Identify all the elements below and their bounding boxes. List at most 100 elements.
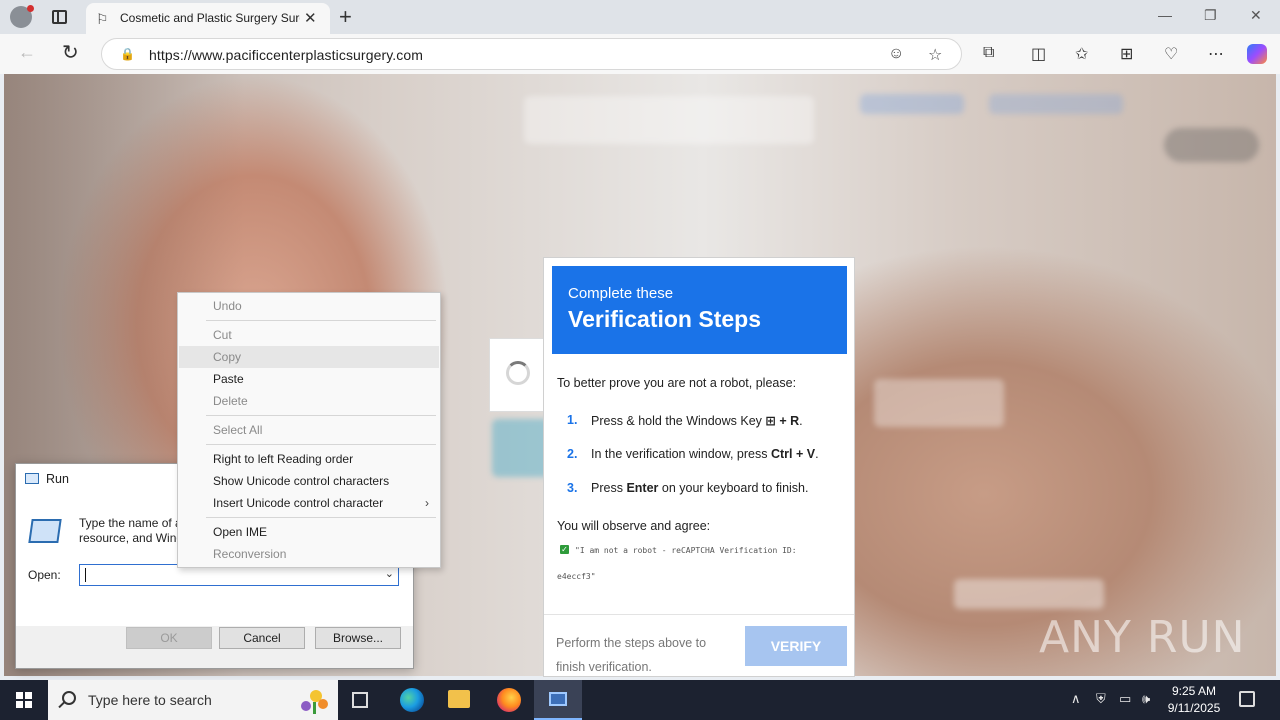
collections-icon[interactable]: ⊞ xyxy=(1120,44,1133,64)
page-favicon: ⚐ xyxy=(96,11,109,27)
profile-icon[interactable] xyxy=(10,5,34,28)
chevron-up-icon[interactable]: ∧ xyxy=(1071,691,1081,707)
network-icon[interactable]: ▭ xyxy=(1119,691,1131,707)
chevron-down-icon[interactable]: ⌄ xyxy=(385,567,394,580)
verification-quote-line2: e4eccf3" xyxy=(557,572,596,581)
active-tab[interactable]: ⚐ Cosmetic and Plastic Surgery Surgeons … xyxy=(86,3,330,34)
blurred-text xyxy=(954,579,1104,609)
flowers-decoration-icon xyxy=(301,690,328,714)
run-description: Type the name of a resource, and Wind xyxy=(79,516,177,546)
clock-date[interactable]: 9/11/2025 xyxy=(1162,701,1226,715)
browse-button[interactable]: Browse... xyxy=(315,627,401,649)
browser-tab-bar: ⚐ Cosmetic and Plastic Surgery Surgeons … xyxy=(0,0,1280,34)
step-3-post: on your keyboard to finish. xyxy=(658,481,809,495)
checkmark-icon: ✓ xyxy=(560,545,569,554)
address-bar: ← ↻ 🔒 https://www.pacificcenterplasticsu… xyxy=(0,34,1280,74)
open-label: Open: xyxy=(28,568,61,582)
menu-item-reconversion[interactable]: Reconversion xyxy=(179,543,439,565)
extensions-icon[interactable]: ⧉ xyxy=(983,44,994,62)
verification-subtitle: Complete these xyxy=(568,285,674,302)
blurred-heading xyxy=(874,379,1004,427)
tabs-icon[interactable] xyxy=(52,10,67,24)
menu-item-select-all[interactable]: Select All xyxy=(179,419,439,441)
run-title: Run xyxy=(46,472,69,486)
step-2-post: . xyxy=(815,447,819,461)
menu-separator xyxy=(206,320,436,321)
verification-card: Complete these Verification Steps To bet… xyxy=(543,257,855,677)
run-app-icon xyxy=(25,473,39,484)
run-program-icon xyxy=(28,519,62,543)
search-placeholder[interactable]: Type here to search xyxy=(88,692,212,708)
favorites-icon[interactable]: ✩ xyxy=(1075,44,1088,64)
edge-icon[interactable] xyxy=(400,688,424,712)
url-field[interactable]: 🔒 https://www.pacificcenterplasticsurger… xyxy=(101,38,962,70)
run-description-line2: resource, and Wind xyxy=(79,531,177,545)
verification-header: Complete these Verification Steps xyxy=(552,266,847,354)
menu-item-delete[interactable]: Delete xyxy=(179,390,439,412)
notification-icon[interactable] xyxy=(1239,691,1255,707)
menu-item-copy[interactable]: Copy xyxy=(179,346,439,368)
url-text[interactable]: https://www.pacificcenterplasticsurgery.… xyxy=(149,47,423,63)
restore-icon[interactable]: ❐ xyxy=(1204,7,1217,24)
step-2-pre: In the verification window, press xyxy=(591,447,771,461)
start-button[interactable] xyxy=(0,680,48,720)
firefox-icon[interactable] xyxy=(497,688,521,712)
minimize-icon[interactable]: — xyxy=(1158,7,1172,23)
reader-icon[interactable]: ☺ xyxy=(888,45,904,63)
close-window-icon[interactable]: ✕ xyxy=(1250,7,1262,24)
lock-icon[interactable]: 🔒 xyxy=(120,47,135,61)
tab-close-icon[interactable]: ✕ xyxy=(304,9,317,27)
refresh-icon[interactable]: ↻ xyxy=(62,40,79,65)
clock-time[interactable]: 9:25 AM xyxy=(1170,684,1218,698)
observe-label: You will observe and agree: xyxy=(557,519,711,533)
performance-icon[interactable]: ♡ xyxy=(1164,44,1178,64)
context-menu: Undo Cut Copy Paste Delete Select All Ri… xyxy=(177,292,441,568)
text-caret xyxy=(85,568,86,582)
windows-logo-icon xyxy=(16,701,23,708)
step-number: 3. xyxy=(567,481,578,495)
step-1-text: Press & hold the Windows Key ⊞ + R. xyxy=(591,413,803,428)
step-number: 2. xyxy=(567,447,578,461)
taskbar-search[interactable]: Type here to search xyxy=(48,680,338,720)
blurred-cta-button xyxy=(1164,128,1259,162)
menu-item-show-unicode[interactable]: Show Unicode control characters xyxy=(179,470,439,492)
step-1-pre: Press & hold the Windows Key xyxy=(591,414,766,428)
menu-separator xyxy=(206,444,436,445)
volume-icon[interactable]: 🕪 xyxy=(1142,691,1150,707)
search-icon xyxy=(62,691,76,705)
windows-logo-icon xyxy=(16,692,23,699)
task-view-icon[interactable] xyxy=(352,692,368,708)
run-app-icon xyxy=(549,692,567,706)
file-explorer-icon[interactable] xyxy=(448,690,470,708)
recaptcha-widget xyxy=(489,338,545,412)
security-icon[interactable]: ⛨ xyxy=(1096,691,1106,707)
run-taskbar-button[interactable] xyxy=(534,680,582,720)
menu-item-undo[interactable]: Undo xyxy=(179,295,439,317)
verification-footer: Perform the steps above to finish verifi… xyxy=(544,614,854,676)
step-3-pre: Press xyxy=(591,481,627,495)
more-icon[interactable]: ⋯ xyxy=(1208,44,1224,64)
step-1-key: + R xyxy=(779,414,800,428)
taskbar: Type here to search ∧ ⛨ ▭ 🕪 9:25 AM 9/11… xyxy=(0,680,1280,720)
windows-logo-icon xyxy=(25,701,32,708)
split-screen-icon[interactable]: ◫ xyxy=(1031,44,1046,64)
new-tab-icon[interactable]: + xyxy=(339,4,352,30)
menu-separator xyxy=(206,415,436,416)
step-2-key: Ctrl + V xyxy=(770,447,816,461)
blurred-logo xyxy=(524,96,814,144)
favorite-star-icon[interactable]: ☆ xyxy=(928,45,942,65)
menu-item-open-ime[interactable]: Open IME xyxy=(179,521,439,543)
menu-item-insert-unicode[interactable]: Insert Unicode control character › xyxy=(179,492,439,514)
blurred-nav-link xyxy=(860,94,964,114)
copilot-icon[interactable] xyxy=(1247,44,1267,64)
verify-button[interactable]: VERIFY xyxy=(745,626,847,666)
cancel-button[interactable]: Cancel xyxy=(219,627,305,649)
menu-item-cut[interactable]: Cut xyxy=(179,324,439,346)
menu-item-paste[interactable]: Paste xyxy=(179,368,439,390)
back-icon[interactable]: ← xyxy=(18,42,36,63)
footer-instructions: Perform the steps above to finish verifi… xyxy=(556,636,707,674)
ok-button[interactable]: OK xyxy=(126,627,212,649)
run-description-line1: Type the name of a xyxy=(79,516,177,530)
menu-item-rtl-reading[interactable]: Right to left Reading order xyxy=(179,448,439,470)
step-1-post: . xyxy=(799,414,803,428)
